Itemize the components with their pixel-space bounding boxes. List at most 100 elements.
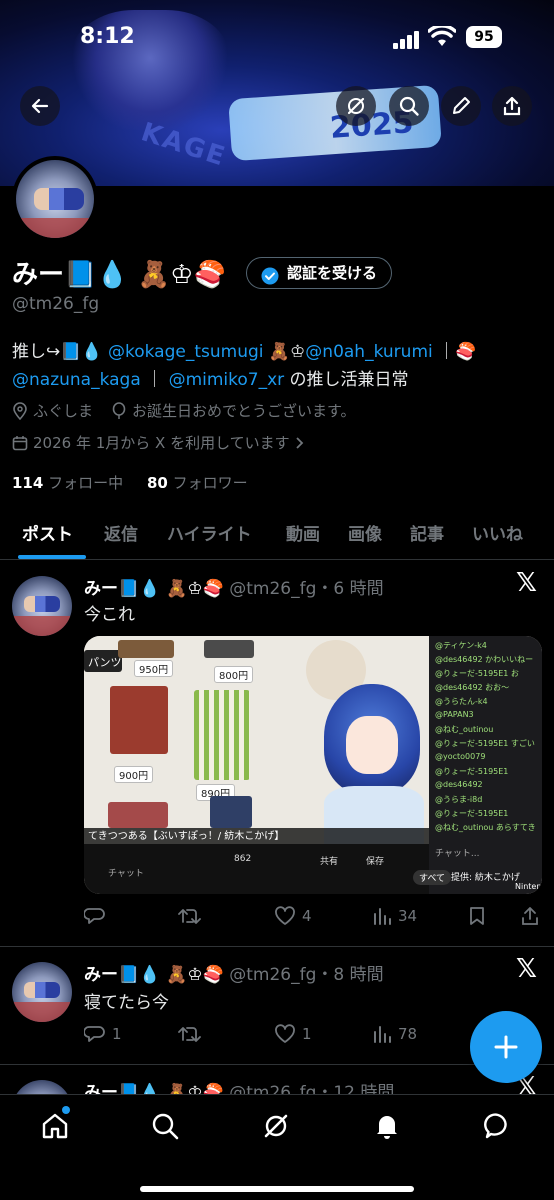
nav-search[interactable]	[148, 1109, 182, 1143]
profile-tabs: ポスト 返信 ハイライト 動画 画像 記事 いいね	[0, 508, 554, 560]
tab-videos[interactable]: 動画	[286, 520, 320, 545]
share-icon	[503, 96, 521, 116]
media-chat-row: @うらま-i8d	[435, 795, 483, 804]
bio-mention-link[interactable]: @nazuna_kaga	[12, 370, 141, 390]
profile-avatar[interactable]	[12, 156, 98, 242]
bottom-navigation	[0, 1094, 554, 1200]
followers-link[interactable]: 80 フォロワー	[147, 474, 248, 492]
post-author-name[interactable]: みー📘💧 🧸♔🍣	[84, 965, 224, 985]
nav-notifications[interactable]	[370, 1109, 404, 1143]
tab-highlights[interactable]: ハイライト	[167, 520, 252, 545]
media-chip: Ninten	[515, 882, 542, 891]
like-button[interactable]: 4	[274, 906, 312, 926]
bio-text: の推し活兼日常	[284, 370, 409, 390]
tab-articles[interactable]: 記事	[410, 520, 444, 545]
like-count: 1	[302, 1025, 312, 1043]
media-save: 保存	[366, 857, 385, 867]
media-tag: パンツ	[88, 656, 122, 669]
post-text: 寝てたら今	[84, 993, 169, 1013]
profile-display-name: みー📘💧 🧸♔🍣	[12, 260, 226, 290]
chevron-right-icon	[295, 436, 303, 449]
share-button[interactable]	[492, 86, 532, 126]
search-button[interactable]	[389, 86, 429, 126]
media-price: 900円	[114, 766, 154, 783]
tab-photos[interactable]: 画像	[348, 520, 382, 545]
profile-handle: @tm26_fg	[12, 294, 100, 314]
post-avatar[interactable]	[12, 962, 72, 1022]
post-header: みー📘💧 🧸♔🍣 @tm26_fg・8 時間	[84, 960, 384, 985]
followers-count: 80	[146, 474, 168, 492]
repost-button[interactable]	[178, 1024, 208, 1044]
search-icon	[399, 96, 419, 116]
verified-badge-icon	[261, 265, 279, 295]
media-chat-row: @うらたん-k4	[435, 697, 488, 706]
home-indicator	[140, 1186, 414, 1192]
post-author-name[interactable]: みー📘💧 🧸♔🍣	[84, 579, 224, 599]
avatar-background	[16, 218, 94, 238]
nav-home[interactable]	[38, 1109, 72, 1143]
bio-mention-link[interactable]: @kokage_tsumugi	[108, 342, 264, 362]
tab-likes[interactable]: いいね	[472, 520, 523, 545]
reply-count: 1	[112, 1025, 122, 1043]
media-chat-row: @yocto0079	[435, 752, 486, 761]
edit-button[interactable]	[441, 86, 481, 126]
battery-icon: 95	[466, 26, 502, 48]
follow-stats: 114 フォロー中 80 フォロワー	[12, 472, 248, 493]
views-count: 78	[398, 1025, 418, 1043]
wifi-icon	[427, 24, 457, 52]
media-share: 共有	[320, 857, 339, 867]
media-chat-row: @ティケン-k4	[435, 641, 487, 650]
reply-button[interactable]: 1	[84, 1024, 122, 1044]
bio-mention-link[interactable]: @n0ah_kurumi	[305, 342, 432, 362]
media-chip: 提供: 紡木こかげ	[451, 873, 520, 883]
bio-text: 推し↪︎📘💧	[12, 342, 103, 362]
media-chat-input: チャット...	[435, 849, 480, 859]
post-meta: @tm26_fg・6 時間	[229, 579, 384, 599]
profile-joined[interactable]: 2026 年 1月から X を利用しています	[12, 432, 305, 455]
chat-bubble-icon	[484, 1113, 507, 1139]
media-chat-row: @ねむ_outinou あらすてき	[435, 823, 536, 832]
x-logo-icon: 𝕏	[516, 568, 537, 598]
post-avatar[interactable]	[12, 576, 72, 636]
bio-text: 🧸♔	[263, 342, 306, 362]
media-chip: すべて	[413, 870, 452, 885]
repost-button[interactable]	[178, 906, 208, 926]
following-link[interactable]: 114 フォロー中	[12, 474, 123, 492]
like-button[interactable]: 1	[274, 1024, 312, 1044]
back-button[interactable]	[20, 86, 60, 126]
media-character-face	[346, 716, 398, 774]
grok-icon	[264, 1114, 288, 1138]
media-item	[108, 802, 168, 828]
heart-icon	[275, 906, 295, 925]
repost-icon	[178, 1027, 201, 1042]
get-verified-button[interactable]: 認証を受ける	[246, 257, 393, 289]
views-button[interactable]: 34	[372, 906, 417, 926]
compose-post-button[interactable]	[470, 1011, 542, 1083]
bell-icon	[377, 1116, 397, 1139]
nav-grok[interactable]	[259, 1109, 293, 1143]
reply-icon	[84, 908, 105, 924]
media-chat-label: チャット	[108, 869, 144, 879]
heart-icon	[275, 1024, 295, 1043]
nav-messages[interactable]	[481, 1109, 515, 1143]
views-chart-icon	[374, 908, 391, 925]
post-text: 今これ	[84, 605, 135, 625]
post-media-image[interactable]: パンツ 950円 800円 900円 890円 てきつつある【ぶいすぽっ！/ 紡…	[84, 636, 542, 894]
views-button[interactable]: 78	[372, 1024, 417, 1044]
grok-button[interactable]	[336, 86, 376, 126]
following-label: フォロー中	[48, 474, 124, 492]
media-item	[194, 690, 250, 780]
avatar-figures	[34, 188, 84, 210]
calendar-icon	[12, 435, 28, 450]
bio-mention-link[interactable]: @mimiko7_xr	[169, 370, 285, 390]
tab-posts[interactable]: ポスト	[22, 520, 73, 545]
reply-button[interactable]	[84, 906, 112, 926]
bookmark-button[interactable]	[468, 906, 486, 926]
media-price: 950円	[134, 660, 174, 677]
share-post-button[interactable]	[520, 906, 540, 926]
balloon-icon	[112, 401, 126, 419]
tab-replies[interactable]: 返信	[104, 520, 138, 545]
media-likes: 862	[234, 854, 252, 864]
media-chat-row: @PAPAN3	[435, 710, 474, 719]
post-divider	[0, 1064, 554, 1065]
